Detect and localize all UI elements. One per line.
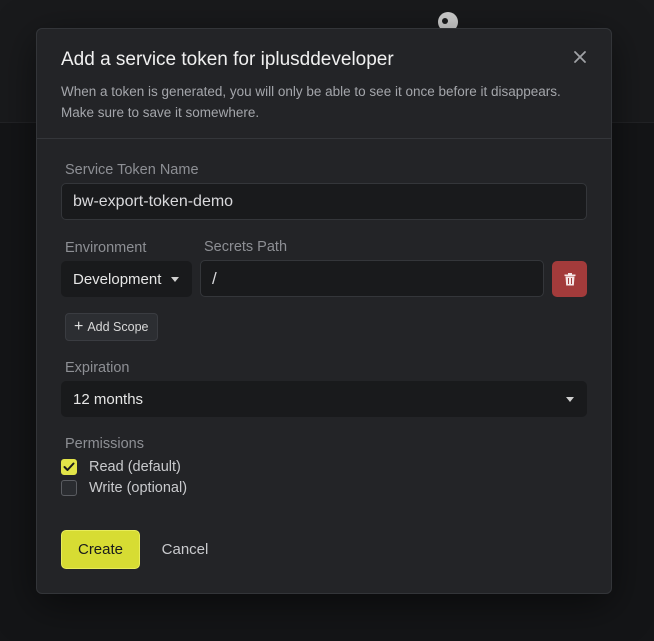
chevron-down-icon	[171, 277, 179, 282]
modal-description: When a token is generated, you will only…	[61, 84, 561, 120]
permission-read-checkbox[interactable]	[61, 459, 77, 475]
environment-select[interactable]: Development	[61, 261, 192, 297]
expiration-value: 12 months	[73, 390, 144, 408]
permission-write-checkbox[interactable]	[61, 480, 77, 496]
cancel-button[interactable]: Cancel	[159, 530, 211, 569]
close-icon[interactable]	[571, 49, 589, 67]
create-button[interactable]: Create	[61, 530, 140, 569]
service-token-name-label: Service Token Name	[65, 162, 199, 178]
permission-read-row[interactable]: Read (default)	[61, 459, 181, 475]
environment-value: Development	[73, 270, 162, 288]
modal-header: Add a service token for iplusddeveloper …	[37, 29, 611, 139]
secrets-path-input[interactable]: /	[200, 260, 544, 297]
secrets-path-value: /	[212, 268, 217, 288]
chevron-down-icon	[566, 397, 574, 402]
expiration-select[interactable]: 12 months	[61, 381, 587, 417]
delete-scope-button[interactable]	[552, 261, 587, 297]
service-token-name-input[interactable]: bw-export-token-demo	[61, 183, 587, 220]
add-scope-button[interactable]: + Add Scope	[65, 313, 158, 341]
environment-label: Environment	[65, 240, 147, 256]
add-scope-label: Add Scope	[87, 320, 149, 334]
add-service-token-modal: Add a service token for iplusddeveloper …	[36, 28, 612, 594]
permission-read-label: Read (default)	[89, 459, 181, 475]
close-icon-svg	[574, 51, 586, 63]
service-token-name-value: bw-export-token-demo	[73, 192, 234, 210]
check-icon	[63, 462, 75, 471]
trash-icon	[564, 272, 575, 285]
permissions-label: Permissions	[65, 436, 144, 452]
expiration-label: Expiration	[65, 360, 130, 376]
plus-icon: +	[74, 318, 84, 335]
permission-write-row[interactable]: Write (optional)	[61, 480, 187, 496]
permission-write-label: Write (optional)	[89, 480, 188, 496]
modal-title: Add a service token for iplusddeveloper	[61, 49, 394, 70]
secrets-path-label: Secrets Path	[204, 239, 288, 255]
